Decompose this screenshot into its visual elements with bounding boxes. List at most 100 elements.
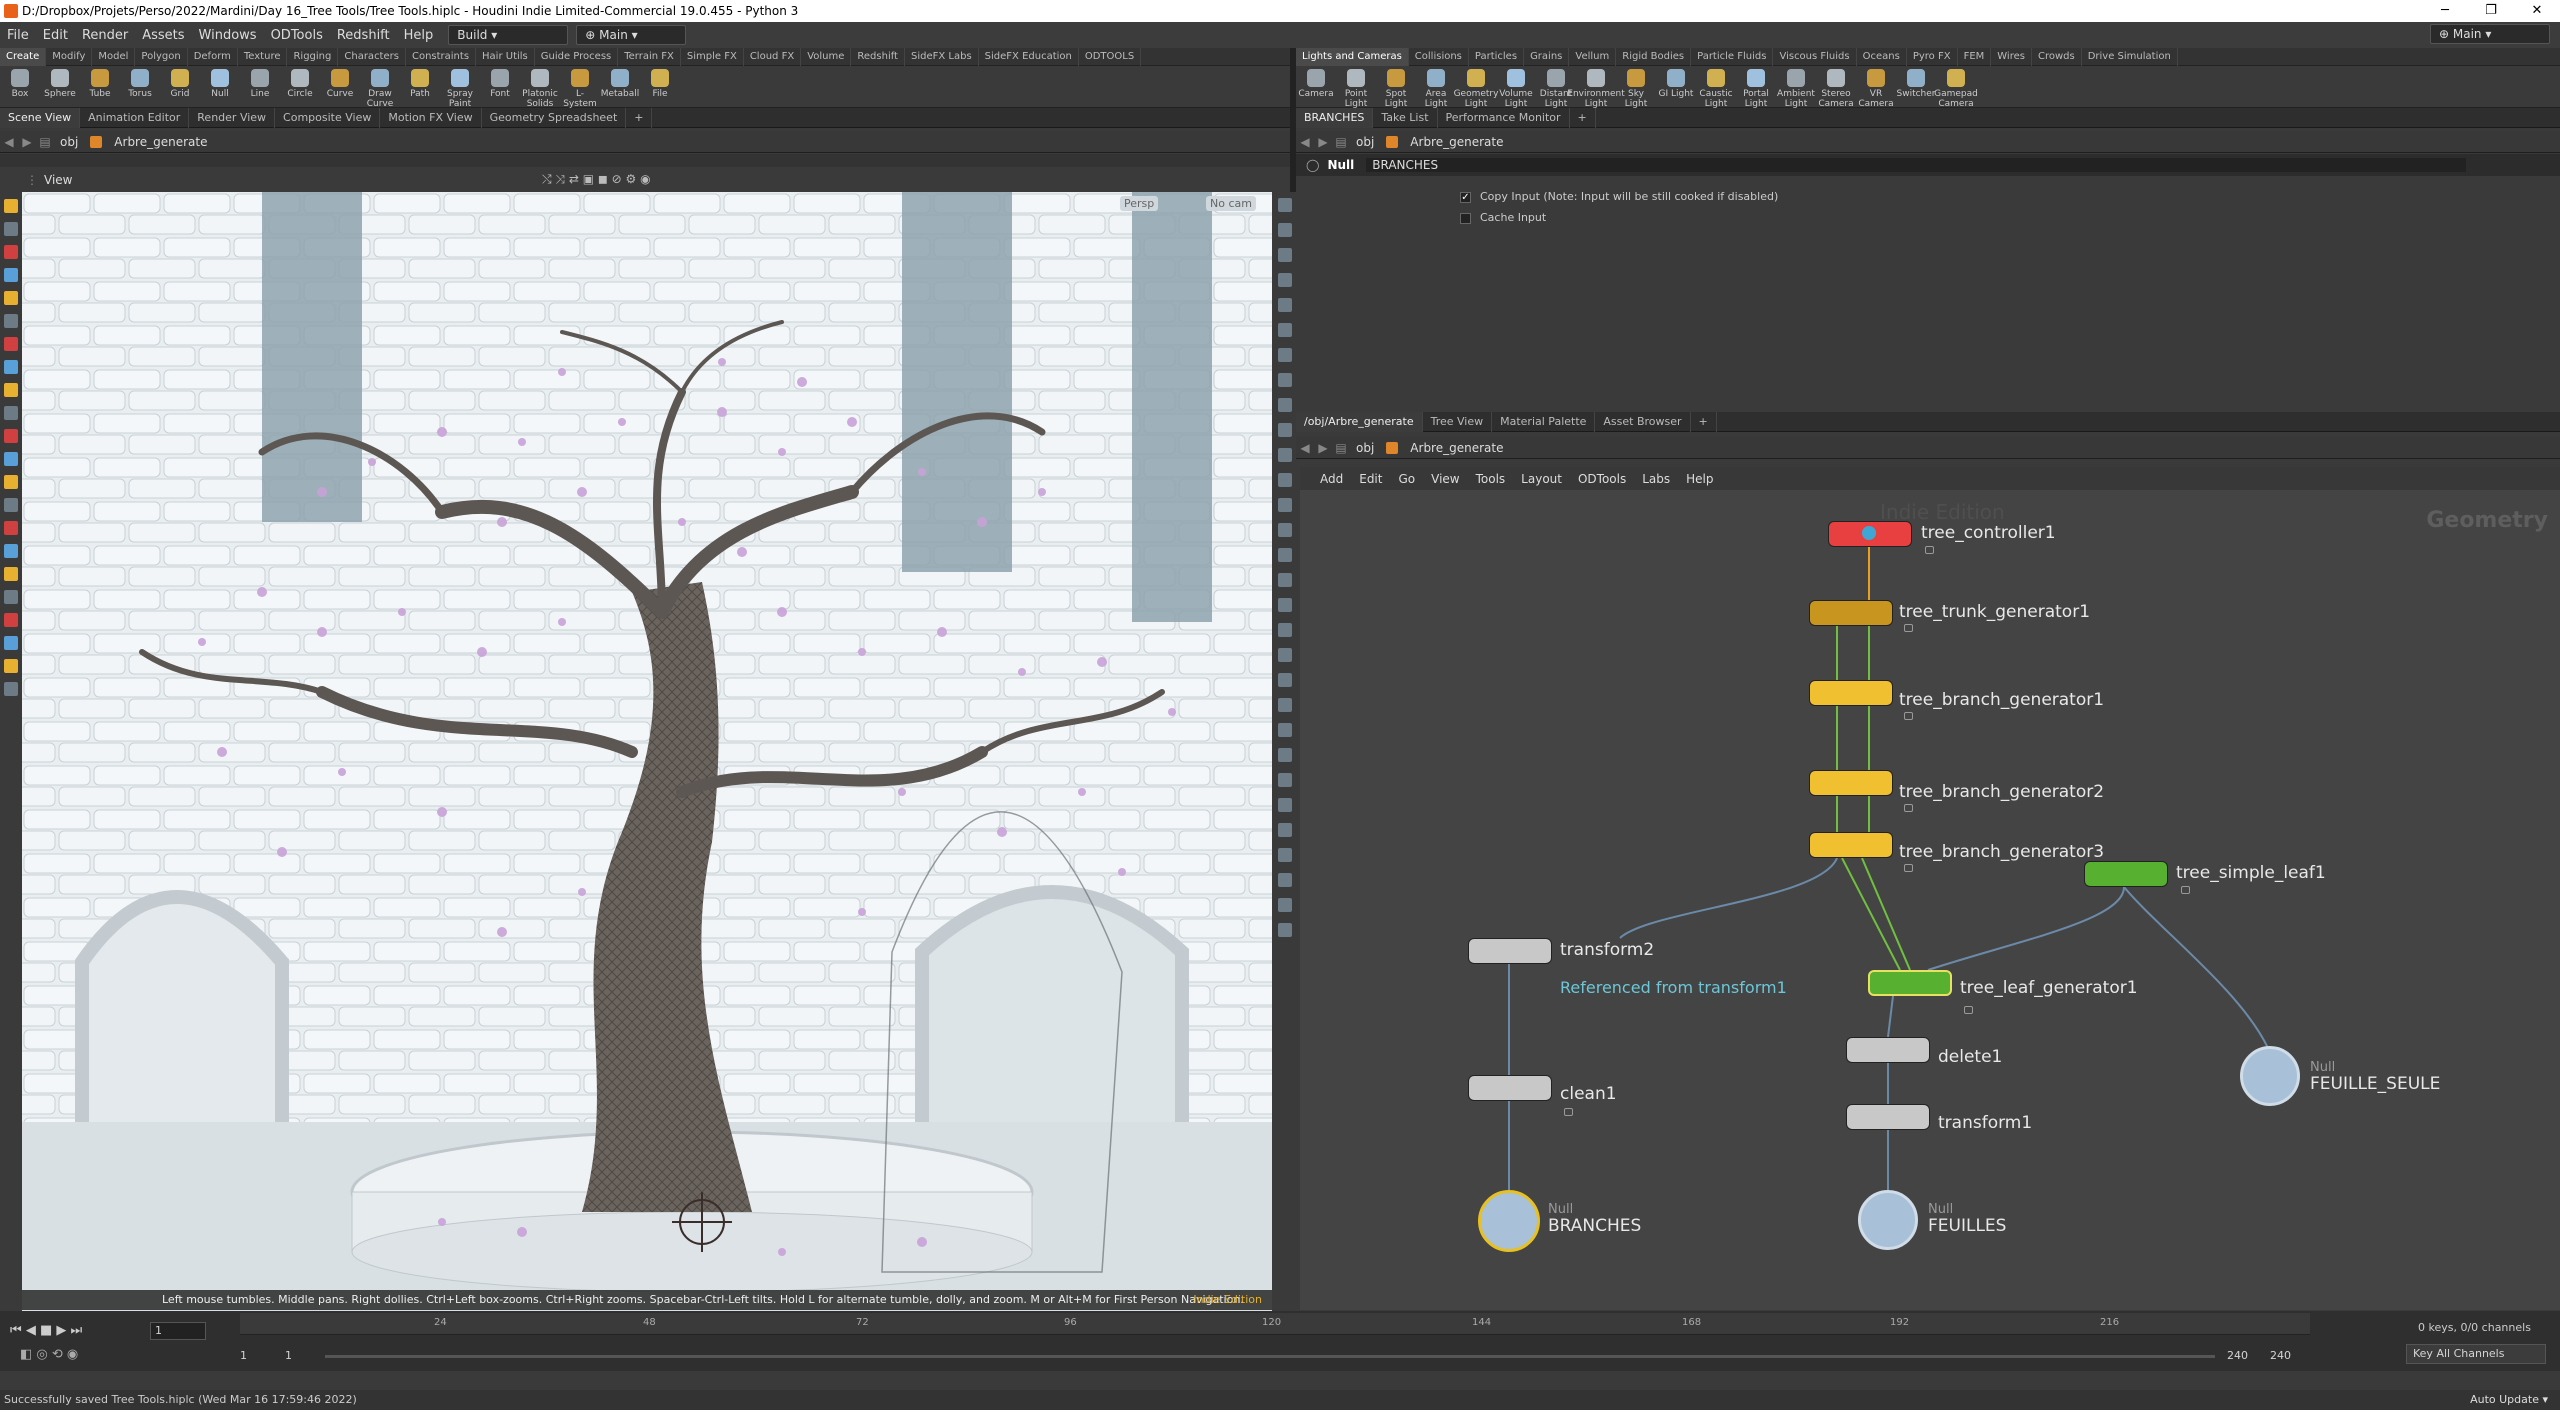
lock-icon[interactable] [1964,1006,1973,1014]
node-delete1[interactable] [1846,1037,1930,1063]
params-path-node[interactable]: Arbre_generate [1404,135,1509,149]
transform-tool-icon[interactable] [4,291,18,305]
back-arrow-icon[interactable]: ◀ [0,135,18,149]
range-start[interactable]: 1 [240,1349,247,1362]
shelf-tab-characters[interactable]: Characters [338,47,406,66]
shelf-tab-rigid-bodies[interactable]: Rigid Bodies [1616,47,1692,66]
node-transform2[interactable] [1468,938,1552,964]
guide-display-icon[interactable] [1278,698,1292,712]
params-path-obj[interactable]: obj [1350,135,1380,149]
shelf-tool-line[interactable]: Line [240,69,280,99]
shelf-tool-metaball[interactable]: Metaball [600,69,640,99]
shadow-display-icon[interactable] [1278,423,1292,437]
measure-tool-icon[interactable] [4,636,18,650]
shelf-tool-box[interactable]: Box [0,69,40,99]
shelf-tool-gi-light[interactable]: GI Light [1656,69,1696,99]
view-label[interactable]: View [44,173,72,187]
view-menu-icon[interactable]: ⋮ [26,173,38,187]
menu-odtools[interactable]: ODTools [264,28,330,43]
ortho-tool-icon[interactable] [4,452,18,466]
add-tab-button[interactable]: + [626,107,653,128]
rotate-tool-icon[interactable] [4,314,18,328]
display-display-icon[interactable] [1278,198,1292,212]
shelf-tool-curve[interactable]: Curve [320,69,360,99]
scene-viewport[interactable]: Persp No cam [22,192,1272,1311]
snap-tool-icon[interactable] [4,360,18,374]
lock-icon[interactable] [1925,546,1934,554]
shelf-tool-vr-camera[interactable]: VR Camera [1856,69,1896,109]
shelf-tool-sky-light[interactable]: Sky Light [1616,69,1656,109]
persp-menu[interactable]: Persp [1120,196,1159,211]
lock-icon[interactable] [1904,864,1913,872]
flip-display-icon[interactable] [1278,773,1292,787]
snap-display-icon[interactable] [1278,648,1292,662]
shelf-tab-deform[interactable]: Deform [188,47,238,66]
timeline-scrubber[interactable]: 24 48 72 96 120 144 168 192 216 [240,1313,2310,1335]
home-display-icon[interactable] [1278,848,1292,862]
back-arrow-icon[interactable]: ◀ [1296,441,1314,455]
shelf-tab-collisions[interactable]: Collisions [1409,47,1469,66]
bg-display-icon[interactable] [1278,473,1292,487]
shelf-tab-polygon[interactable]: Polygon [135,47,188,66]
maximize-button[interactable]: ❐ [2468,0,2514,22]
grid-tool-icon[interactable] [4,429,18,443]
right-context-dropdown[interactable]: ⊕ Main ▾ [2430,24,2550,44]
shelf-tab-fem[interactable]: FEM [1958,47,1992,66]
shelf-tool-draw-curve[interactable]: Draw Curve [360,69,400,109]
zoom-tool-icon[interactable] [4,613,18,627]
add-tab-button-network[interactable]: + [1691,411,1717,432]
net-menu-labs[interactable]: Labs [1634,472,1678,486]
net-menu-edit[interactable]: Edit [1351,472,1390,486]
camera-menu[interactable]: No cam [1206,196,1256,211]
shelf-tool-path[interactable]: Path [400,69,440,99]
shelf-tool-l-system[interactable]: L-System [560,69,600,109]
menu-edit[interactable]: Edit [36,28,75,43]
playback-controls[interactable]: ⏮ ◀ ■ ▶ ⏭ [10,1323,82,1338]
geo-display-icon[interactable] [1278,598,1292,612]
lock-tool-icon[interactable] [4,222,18,236]
camera-tool-icon[interactable] [4,521,18,535]
shelf-tool-circle[interactable]: Circle [280,69,320,99]
shelf-tab-sidefx-labs[interactable]: SideFX Labs [905,47,979,66]
node-name-field[interactable]: BRANCHES [1366,158,2467,172]
range-end-2[interactable]: 240 [2270,1349,2291,1362]
shelf-tool-camera[interactable]: Camera [1296,69,1336,99]
wire-display-icon[interactable] [1278,248,1292,262]
shelf-tool-ambient-light[interactable]: Ambient Light [1776,69,1816,109]
shelf-tab-guide-process[interactable]: Guide Process [535,47,619,66]
shelf-tool-gamepad-camera[interactable]: Gamepad Camera [1934,69,1978,109]
scale-tool-icon[interactable] [4,337,18,351]
node-branches[interactable] [1478,1190,1540,1252]
uv-display-icon[interactable] [1278,348,1292,362]
tab-take-list[interactable]: Take List [1373,107,1438,128]
node-feuilles[interactable] [1858,1190,1918,1250]
lock-icon[interactable] [1904,804,1913,812]
shelf-tab-viscous-fluids[interactable]: Viscous Fluids [1773,47,1857,66]
shelf-tab-grains[interactable]: Grains [1524,47,1570,66]
minimize-button[interactable]: ─ [2422,0,2468,22]
context-dropdown[interactable]: ⊕ Main ▾ [576,25,687,45]
shelf-tool-spot-light[interactable]: Spot Light [1376,69,1416,109]
tab-asset-browser[interactable]: Asset Browser [1595,411,1691,432]
select-tool-icon[interactable] [4,199,18,213]
shelf-tab-terrain-fx[interactable]: Terrain FX [618,47,681,66]
range-end[interactable]: 240 [2227,1349,2248,1362]
forward-arrow-icon[interactable]: ▶ [1314,135,1332,149]
shelf-tool-spray-paint[interactable]: Spray Paint [440,69,480,109]
frame-display-icon[interactable] [1278,823,1292,837]
node-tree-branch-generator2[interactable] [1809,770,1893,796]
shelf-tab-rigging[interactable]: Rigging [287,47,339,66]
shelf-tab-modify[interactable]: Modify [46,47,93,66]
auto-update-button[interactable]: Auto Update ▾ [2470,1390,2548,1410]
realtime-toggle-icons[interactable]: ◧ ◎ ⟲ ◉ [20,1347,78,1362]
close-button[interactable]: ✕ [2514,0,2560,22]
lock-icon[interactable] [2181,886,2190,894]
lock-display-icon[interactable] [1278,748,1292,762]
shelf-tab-odtools[interactable]: ODTOOLS [1079,47,1142,66]
shelf-tool-geometry-light[interactable]: Geometry Light [1454,69,1498,109]
back-arrow-icon[interactable]: ◀ [1296,135,1314,149]
shelf-tab-model[interactable]: Model [92,47,136,66]
shelf-tab-hair-utils[interactable]: Hair Utils [476,47,535,66]
shelf-tool-portal-light[interactable]: Portal Light [1736,69,1776,109]
shelf-tab-simple-fx[interactable]: Simple FX [681,47,744,66]
